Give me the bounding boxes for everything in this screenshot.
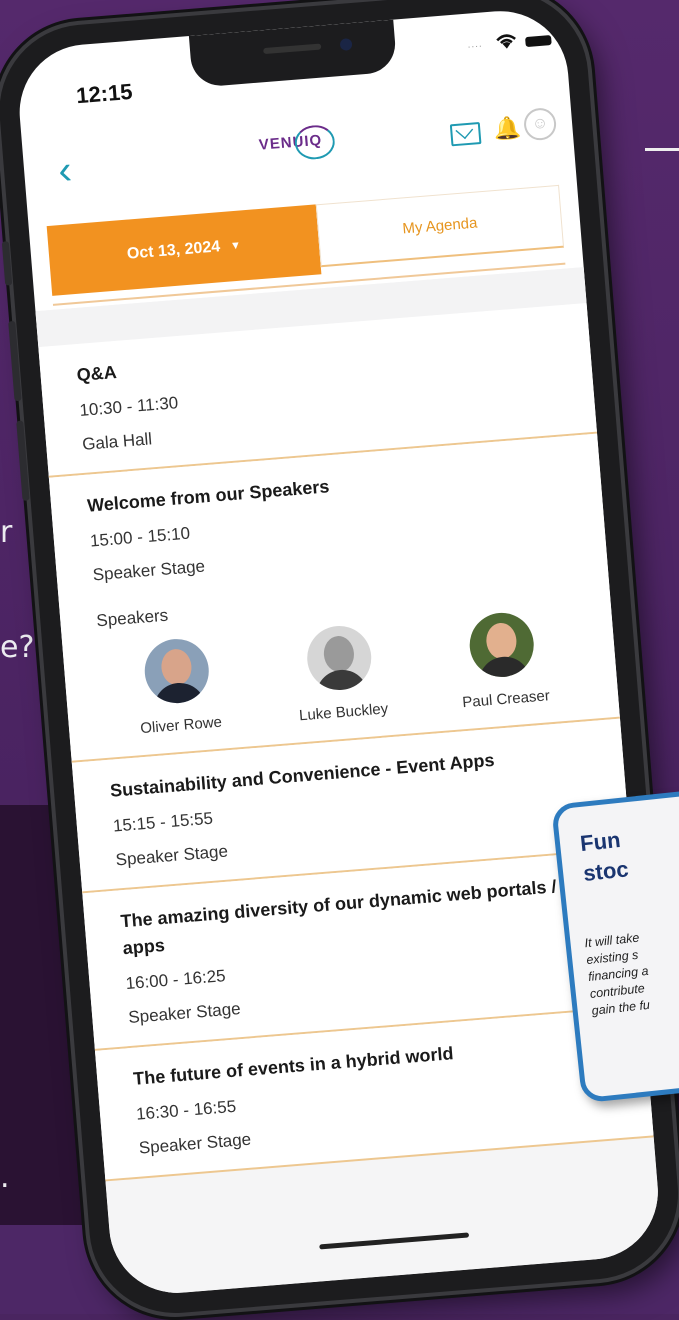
date-selector-tab[interactable]: Oct 13, 2024 ▼ [46, 204, 322, 296]
card-title-line: stoc [582, 856, 630, 886]
background-text-fragment: e? [0, 630, 35, 665]
background-text-fragment: r [0, 515, 13, 550]
mail-icon[interactable] [449, 122, 482, 147]
status-time: 12:15 [75, 78, 134, 109]
phone-mockup: 12:15 .... ‹ VENUIQ 🔔 ☺ Oct 13, 2024 ▼ M… [0, 0, 679, 1320]
bell-icon[interactable]: 🔔 [492, 115, 521, 143]
battery-icon [525, 35, 552, 48]
chevron-left-icon[interactable]: ‹ [57, 148, 74, 193]
avatar [467, 610, 537, 680]
speaker-name: Luke Buckley [298, 700, 389, 725]
app-logo: VENUIQ [258, 123, 337, 161]
my-agenda-label: My Agenda [401, 214, 478, 238]
speaker-card[interactable]: Oliver Rowe [104, 634, 251, 740]
speaker-card[interactable]: Paul Creaser [429, 607, 576, 713]
session-list[interactable]: Q&A 10:30 - 11:30 Gala Hall Welcome from… [35, 267, 664, 1299]
app-bar: ‹ VENUIQ 🔔 ☺ [21, 92, 575, 202]
card-body: It will take existing s financing a cont… [584, 921, 679, 1020]
date-label: Oct 13, 2024 [126, 238, 221, 263]
session-item[interactable]: Welcome from our Speakers 15:00 - 15:10 … [48, 433, 621, 763]
speaker-name: Oliver Rowe [139, 713, 223, 738]
app-screen: 12:15 .... ‹ VENUIQ 🔔 ☺ Oct 13, 2024 ▼ M… [14, 5, 664, 1299]
avatar [304, 623, 374, 693]
caret-down-icon: ▼ [229, 239, 242, 253]
speaker-name: Paul Creaser [461, 687, 551, 712]
decorative-rule [645, 148, 679, 151]
avatar [142, 636, 212, 706]
wifi-icon [496, 34, 516, 49]
card-title-line: Fun [578, 827, 622, 857]
speaker-list: Oliver Rowe Luke Buckley Paul Creaser [98, 607, 582, 740]
background-text-fragment: . [0, 1160, 10, 1195]
logo-swirl-icon [293, 123, 337, 161]
card-title: Fun stoc [579, 825, 630, 889]
user-icon[interactable]: ☺ [522, 106, 558, 142]
speaker-card[interactable]: Luke Buckley [267, 620, 414, 726]
tab-my-agenda[interactable]: My Agenda [315, 184, 565, 268]
signal-icon: .... [467, 38, 484, 51]
